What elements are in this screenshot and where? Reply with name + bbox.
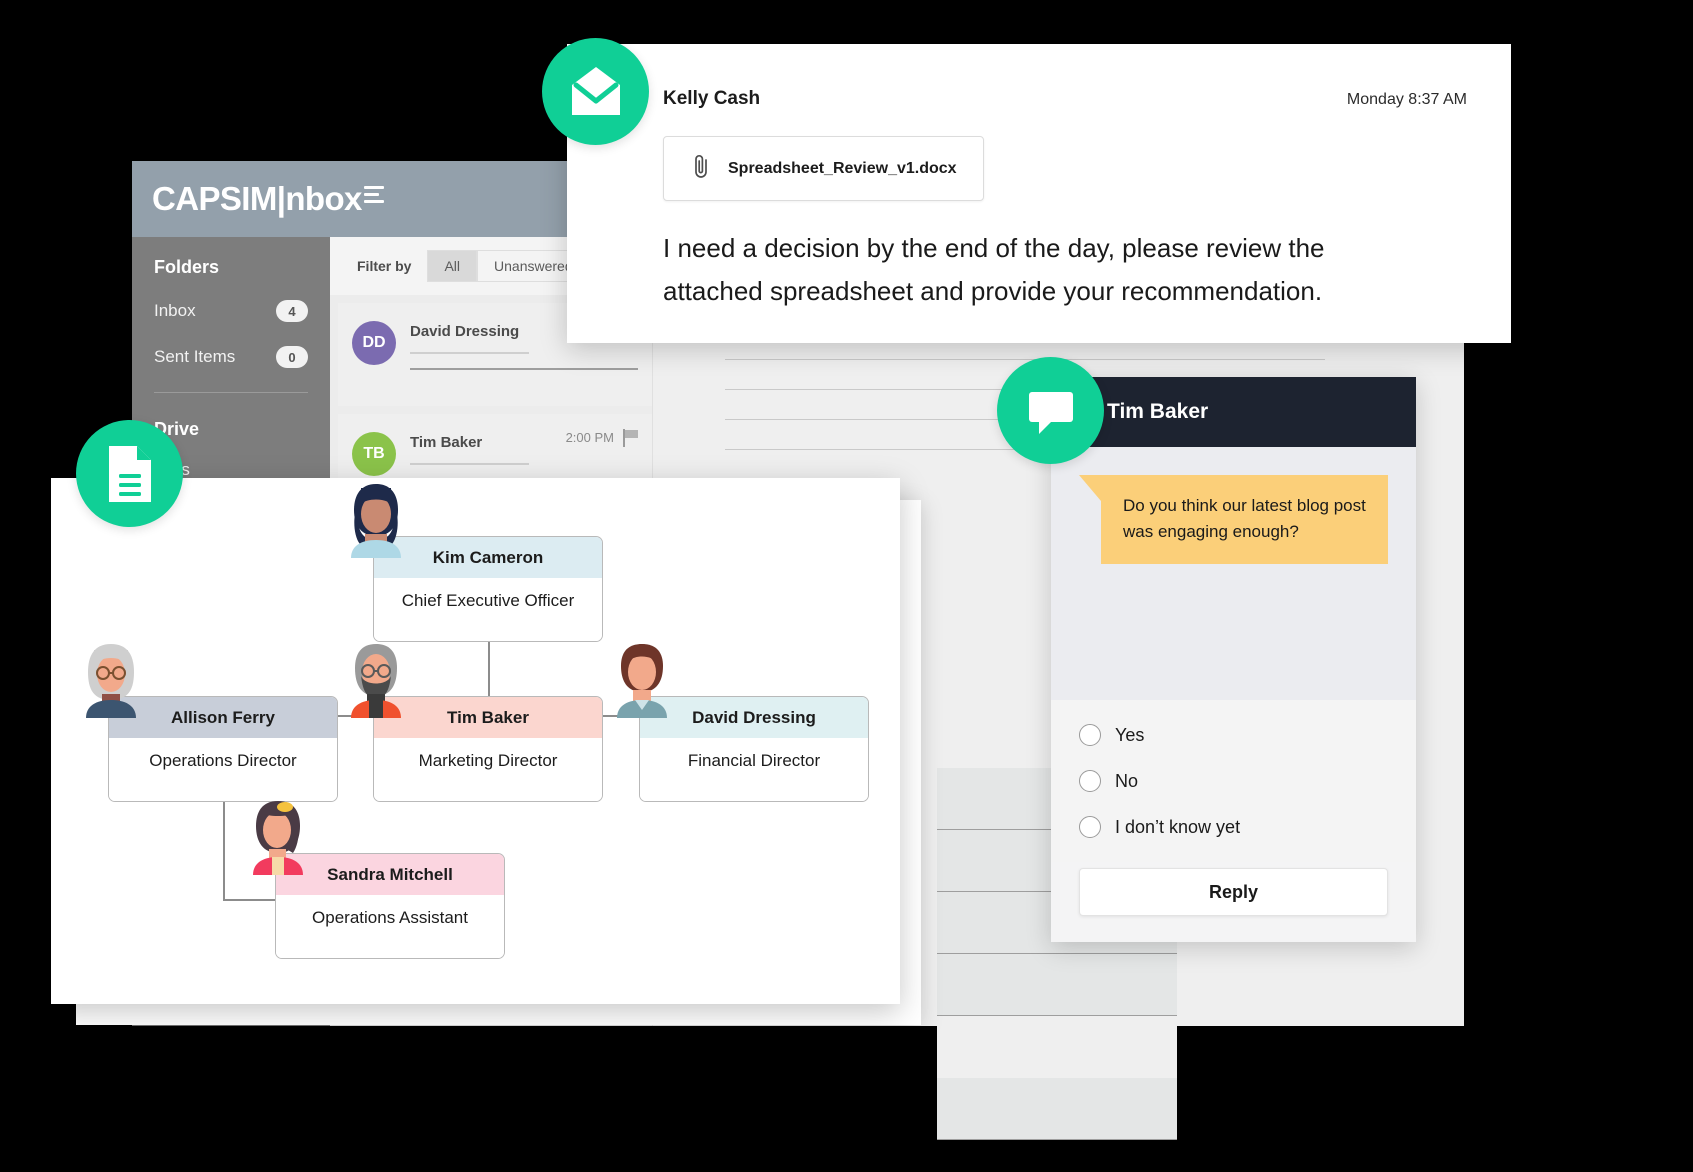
filter-chip-all[interactable]: All [427,250,477,282]
option-label: No [1115,771,1138,792]
app-logo: CAPSIM|nbox [152,180,384,218]
radio-button[interactable] [1079,770,1101,792]
sidebar-item-inbox[interactable]: Inbox 4 [154,300,308,322]
radio-button[interactable] [1079,724,1101,746]
org-node-allison-ferry[interactable]: Allison Ferry Operations Director [108,696,338,802]
org-node-title: Chief Executive Officer [374,578,602,641]
paperclip-icon [690,153,712,184]
screenshot-stage: CAPSIM|nbox Folders Inbox 4 Sent Items 0 [0,0,1693,1172]
avatar: DD [352,321,396,365]
subject-placeholder [410,352,529,354]
man-short-hair-avatar [605,640,679,718]
sidebar-item-label: Inbox [154,301,196,321]
inbox-count-badge: 4 [276,300,308,322]
brand-text: CAPSIM|nbox [152,180,362,218]
org-node-tim-baker[interactable]: Tim Baker Marketing Director [373,696,603,802]
message-timestamp: 2:00 PM [566,430,614,445]
sidebar-item-label: Sent Items [154,347,235,367]
chat-bubble-icon [997,357,1104,464]
org-node-title: Operations Director [109,738,337,801]
org-node-kim-cameron[interactable]: Kim Cameron Chief Executive Officer [373,536,603,642]
filter-label: Filter by [357,258,411,274]
flag-icon[interactable] [622,428,640,453]
older-woman-glasses-avatar [74,640,148,718]
sent-count-badge: 0 [276,346,308,368]
org-chart-canvas: Kim Cameron Chief Executive Officer [51,478,900,1004]
sidebar-item-sent-items[interactable]: Sent Items 0 [154,346,308,368]
preview-placeholder [410,368,638,370]
radio-button[interactable] [1079,816,1101,838]
email-timestamp: Monday 8:37 AM [1347,91,1467,109]
org-node-sandra-mitchell[interactable]: Sandra Mitchell Operations Assistant [275,853,505,959]
org-node-title: Financial Director [640,738,868,801]
radio-option-yes[interactable]: Yes [1079,724,1388,746]
body-placeholder-line [725,359,1325,360]
org-chart-card: Kim Cameron Chief Executive Officer [51,478,900,1004]
subject-placeholder [410,463,529,465]
chat-header-title: Tim Baker [1051,377,1416,447]
option-label: Yes [1115,725,1144,746]
email-sender-name: Kelly Cash [663,88,760,110]
chat-answer-options: Yes No I don’t know yet [1051,700,1416,862]
document-icon [76,420,183,527]
sidebar-heading-folders: Folders [154,257,308,278]
org-node-title: Operations Assistant [276,895,504,958]
org-node-title: Marketing Director [374,738,602,801]
sidebar-divider [154,392,308,393]
sidebar-heading-drive: Drive [154,419,308,440]
org-node-david-dressing[interactable]: David Dressing Financial Director [639,696,869,802]
woman-dark-hair-avatar [339,480,413,558]
stacked-lines-icon [364,186,384,207]
chat-card: Tim Baker Do you think our latest blog p… [1051,377,1416,942]
email-body-text: I need a decision by the end of the day,… [663,227,1393,313]
radio-option-idk[interactable]: I don’t know yet [1079,816,1388,838]
email-preview-card: Kelly Cash Monday 8:37 AM Spreadsheet_Re… [567,44,1511,343]
body-placeholder-line [725,449,1025,450]
option-label: I don’t know yet [1115,817,1240,838]
woman-ponytail-avatar [241,797,315,875]
man-beard-glasses-avatar [339,640,413,718]
org-connector [223,796,225,901]
avatar: TB [352,432,396,476]
open-envelope-icon [542,38,649,145]
chat-bubble: Do you think our latest blog post was en… [1101,475,1388,564]
attachment-chip[interactable]: Spreadsheet_Review_v1.docx [663,136,984,201]
radio-option-no[interactable]: No [1079,770,1388,792]
chat-messages: Do you think our latest blog post was en… [1051,447,1416,700]
attachment-filename: Spreadsheet_Review_v1.docx [728,160,957,178]
reply-button[interactable]: Reply [1079,868,1388,916]
